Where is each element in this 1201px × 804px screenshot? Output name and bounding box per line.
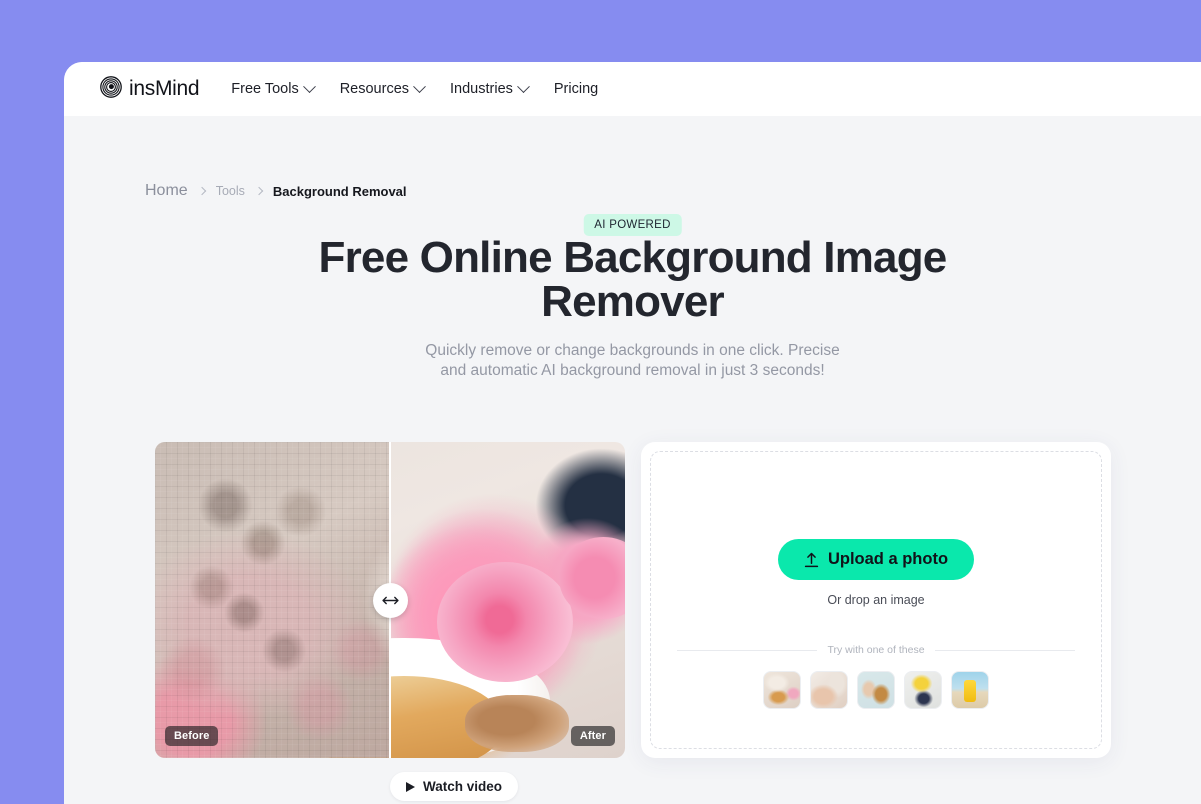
nav-label: Resources (339, 81, 410, 97)
chevron-right-icon (197, 186, 206, 196)
breadcrumb-home[interactable]: Home (145, 182, 188, 200)
upload-arrow-icon (804, 552, 819, 567)
nav-item-free-tools[interactable]: Free Tools (231, 79, 316, 97)
comparison-slider-handle[interactable] (372, 582, 408, 618)
sample-thumbnails (651, 671, 1101, 709)
try-samples-divider: Try with one of these (677, 644, 1076, 656)
nav-links: Free Tools Resources Industries Pricing (231, 79, 598, 97)
nav-label: Pricing (553, 81, 599, 97)
left-right-arrow-icon (381, 596, 399, 604)
nav-item-pricing[interactable]: Pricing (554, 81, 598, 97)
pixelation-grid (155, 442, 390, 758)
brand-name: insMind (129, 77, 200, 100)
sample-thumbnail-hand-with-ring[interactable] (810, 671, 848, 709)
breadcrumb-current: Background Removal (272, 183, 407, 199)
page-content: Home Tools Background Removal AI POWERED… (64, 116, 1201, 804)
nav-label: Free Tools (231, 81, 299, 97)
after-label: After (570, 726, 615, 746)
page-title: Free Online Background Image Remover (318, 233, 948, 326)
before-label: Before (165, 726, 219, 746)
sample-thumbnail-yellow-flowers-bouquet[interactable] (904, 671, 942, 709)
top-navigation-bar: insMind Free Tools Resources Industries … (64, 62, 1201, 116)
brand-logo[interactable]: insMind (100, 75, 200, 103)
play-icon (406, 781, 415, 792)
chevron-down-icon (413, 79, 426, 93)
divider-line-right (934, 649, 1076, 651)
sample-thumbnail-yellow-bottle-on-beach[interactable] (951, 671, 989, 709)
upload-photo-button[interactable]: Upload a photo (777, 539, 975, 580)
watch-video-label: Watch video (423, 779, 503, 794)
nav-label: Industries (450, 81, 513, 97)
chevron-down-icon (302, 79, 316, 93)
pink-rose-shape (437, 562, 574, 683)
chevron-down-icon (517, 79, 530, 93)
upload-button-label: Upload a photo (827, 550, 949, 568)
breadcrumb: Home Tools Background Removal (145, 182, 407, 200)
almonds-shape (465, 694, 569, 752)
watch-video-button[interactable]: Watch video (390, 772, 519, 801)
sample-thumbnail-woman-with-dog[interactable] (857, 671, 895, 709)
breadcrumb-tools[interactable]: Tools (216, 184, 245, 198)
try-samples-label: Try with one of these (827, 644, 925, 656)
nav-item-resources[interactable]: Resources (339, 79, 426, 97)
browser-window: insMind Free Tools Resources Industries … (64, 62, 1201, 804)
dropzone[interactable]: Upload a photo Or drop an image Try with… (650, 451, 1102, 749)
nav-item-industries[interactable]: Industries (450, 79, 530, 97)
sample-thumbnail-coffee-and-croissants[interactable] (763, 671, 801, 709)
chevron-right-icon (254, 186, 264, 196)
page-subtitle: Quickly remove or change backgrounds in … (425, 342, 840, 379)
drop-hint-text: Or drop an image (827, 593, 925, 607)
concentric-circles-logo-icon (100, 75, 122, 103)
before-after-comparison[interactable]: Before After (155, 442, 625, 758)
upload-card: Upload a photo Or drop an image Try with… (641, 442, 1111, 758)
divider-line-left (677, 649, 818, 651)
before-image (155, 442, 390, 758)
